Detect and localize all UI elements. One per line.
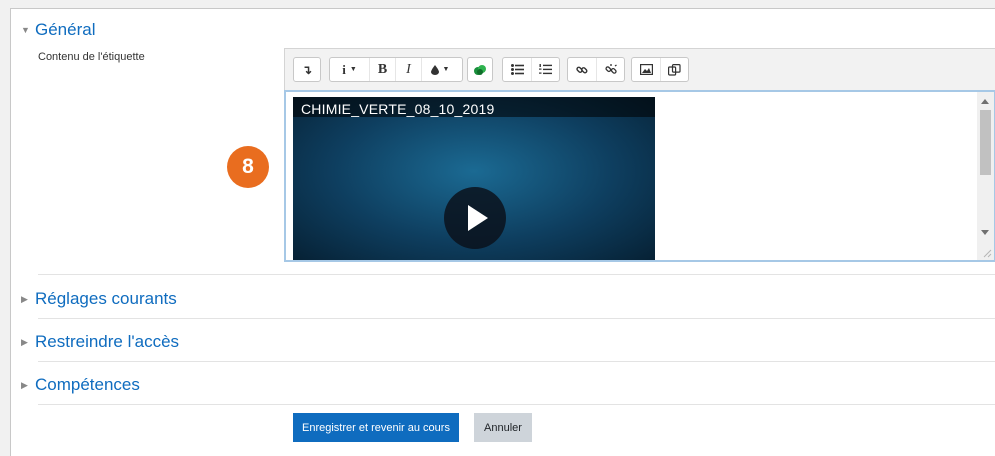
attach-button[interactable] (468, 58, 492, 81)
unordered-list-icon (510, 64, 524, 75)
italic-button[interactable]: I (395, 58, 421, 81)
resize-grip-icon[interactable] (982, 248, 992, 258)
toolbar-group-insert (467, 57, 493, 82)
section-restreindre-toggle[interactable]: ▶ Restreindre l'accès (21, 332, 179, 352)
paragraph-style-button[interactable]: i ▼ (330, 58, 369, 81)
text-color-button[interactable]: ▼ (421, 58, 458, 81)
text-color-icon (430, 64, 439, 75)
unlink-icon (604, 63, 617, 74)
ordered-list-button[interactable] (531, 58, 559, 81)
section-general-title: Général (35, 20, 96, 39)
section-competences-toggle[interactable]: ▶ Compétences (21, 375, 140, 395)
chevron-right-icon: ▶ (21, 336, 28, 347)
editor-toolbar: ↴ i ▼ B I ▼ (284, 48, 995, 90)
atto-editor: ↴ i ▼ B I ▼ CHIMIE_VERTE_08_10_2019 (284, 48, 995, 262)
page: ▼ Général Contenu de l'étiquette ↴ i ▼ B… (10, 8, 995, 456)
section-restreindre-title: Restreindre l'accès (35, 332, 180, 351)
chevron-down-icon: ▼ (21, 25, 30, 35)
step-badge: 8 (227, 146, 269, 188)
divider (38, 404, 995, 405)
toolbar-group-style: i ▼ B I ▼ (329, 57, 463, 82)
image-button[interactable] (632, 58, 660, 81)
editor-scrollbar[interactable] (977, 92, 994, 260)
media-button[interactable] (660, 58, 688, 81)
chevron-right-icon: ▶ (21, 379, 28, 390)
save-and-return-button[interactable]: Enregistrer et revenir au cours (293, 413, 459, 442)
section-competences-title: Compétences (35, 375, 140, 394)
editor-content-area[interactable]: CHIMIE_VERTE_08_10_2019 (284, 90, 995, 262)
toolbar-group-media (631, 57, 689, 82)
ordered-list-icon (539, 64, 552, 75)
scroll-down-icon[interactable] (981, 230, 989, 235)
field-label-content: Contenu de l'étiquette (38, 51, 145, 63)
collapse-toolbar-button[interactable]: ↴ (294, 58, 320, 81)
unlink-button[interactable] (596, 58, 624, 81)
scroll-up-icon[interactable] (981, 99, 989, 104)
scroll-thumb[interactable] (980, 110, 991, 175)
info-icon: i (342, 61, 346, 77)
chevron-down-icon: ▼ (442, 66, 450, 73)
video-embed[interactable]: CHIMIE_VERTE_08_10_2019 (293, 97, 655, 260)
link-icon (576, 66, 588, 73)
section-general-toggle[interactable]: ▼ Général (21, 20, 95, 40)
chevron-right-icon: ▶ (21, 293, 28, 304)
toolbar-group-collapse: ↴ (293, 57, 321, 82)
section-reglages-title: Réglages courants (35, 289, 177, 308)
divider (38, 318, 995, 319)
bold-button[interactable]: B (369, 58, 395, 81)
toolbar-group-lists (502, 57, 560, 82)
chevron-down-icon: ▼ (349, 66, 357, 73)
media-icon (668, 63, 681, 76)
toolbar-group-links (567, 57, 625, 82)
attach-icon (474, 64, 486, 75)
video-title: CHIMIE_VERTE_08_10_2019 (301, 101, 495, 117)
unordered-list-button[interactable] (503, 58, 531, 81)
divider (38, 274, 995, 275)
section-reglages-toggle[interactable]: ▶ Réglages courants (21, 289, 177, 309)
divider (38, 361, 995, 362)
cancel-button[interactable]: Annuler (474, 413, 532, 442)
play-icon[interactable] (444, 187, 506, 249)
link-button[interactable] (568, 58, 596, 81)
image-icon (639, 64, 653, 75)
